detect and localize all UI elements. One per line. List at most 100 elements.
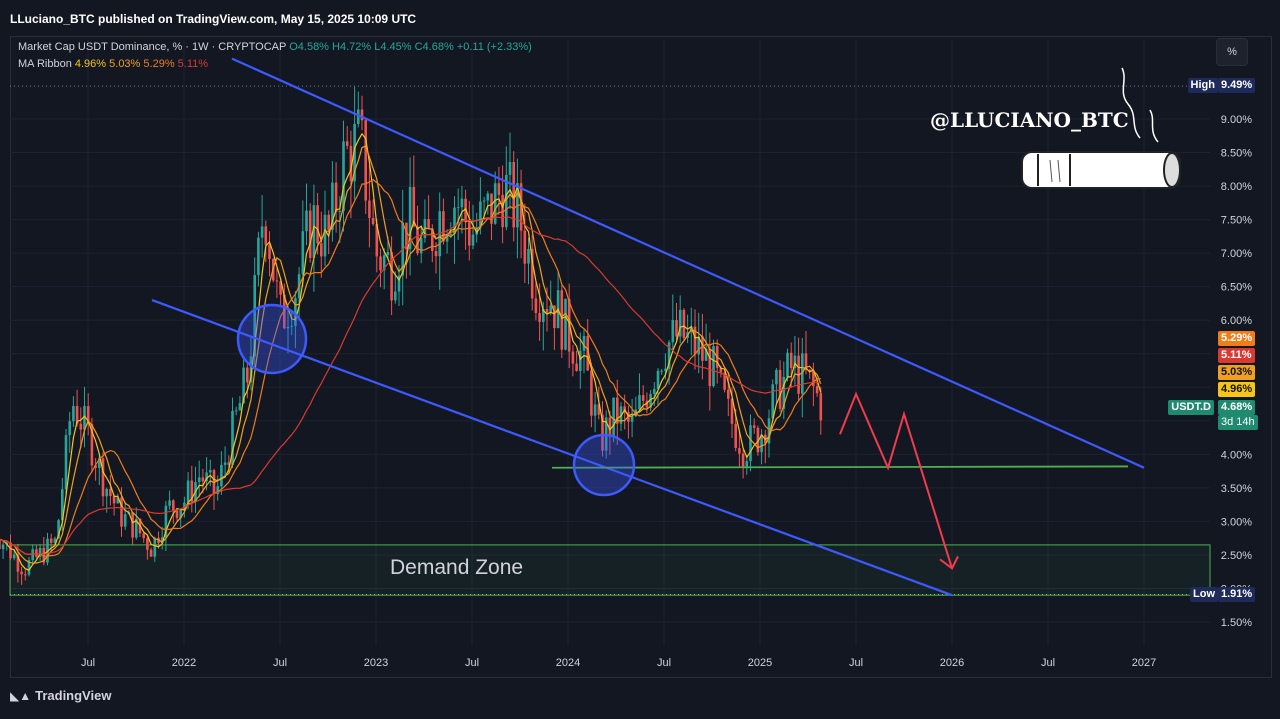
x-tick-label: Jul [465,657,479,669]
candle-body [734,423,737,448]
support-line [551,465,1129,469]
candle [46,532,49,566]
candle [571,344,575,377]
candle [682,308,686,342]
touch-circle-1 [236,303,308,375]
ma-ribbon-label: MA Ribbon [18,58,72,70]
low-tag-label: Low [1190,586,1218,602]
candle [460,185,464,234]
candle-body [745,461,749,467]
last-price-tag: 4.68% [1218,400,1256,415]
candle [257,231,260,287]
candle-body [482,200,486,202]
candle [523,203,527,283]
x-tick-label: Jul [657,657,671,669]
candle-body [260,226,264,238]
candle-body [220,464,223,487]
candle [0,540,1,550]
candle-body [590,370,593,416]
high-tag: 9.49% [1218,78,1256,94]
candle [68,411,71,453]
ma-ribbon-legend[interactable]: MA Ribbon 4.96% 5.03% 5.29% 5.11% [18,58,208,70]
ma4-value: 5.11% [177,58,209,70]
candle-body [394,291,397,301]
candle-body [419,237,423,254]
candle [427,195,430,229]
x-tick-label: 2024 [556,657,580,669]
candles [0,86,823,585]
candle [135,507,138,540]
candle [749,414,752,472]
candle-body [146,538,149,550]
candle [801,337,804,418]
candle-body [112,496,116,504]
candle [342,120,345,232]
candle-body [0,540,1,550]
candle [1,540,5,560]
candle [627,406,630,439]
ma1-tag: 4.96% [1218,382,1256,397]
last-price-tag-label: USDT.D [1168,400,1214,415]
candle [164,500,168,551]
candle-body [471,234,475,246]
candle [519,169,523,259]
ohlc-close: C4.68% [414,41,454,53]
candle [778,360,782,412]
candle [486,191,490,215]
candle-body [320,243,323,257]
low-tag: 1.91% [1218,586,1256,602]
y-tick-label: 1.50% [1221,617,1252,629]
symbol-label: Market Cap USDT Dominance, % · 1W · CRYP… [18,41,287,53]
candle-body [308,210,312,258]
y-tick-label: 8.50% [1221,148,1252,160]
candle-body [345,141,349,146]
candle-body [101,458,105,497]
author-handle: @LLUCIANO_BTC [930,108,1129,132]
x-tick-label: 2025 [748,657,772,669]
y-tick-label: 6.50% [1221,282,1252,294]
candle-body [316,205,319,244]
candle [305,183,308,246]
projection-arrow [839,391,953,569]
candle-body [468,222,471,246]
candle-body [72,405,75,422]
candle-body [246,367,249,383]
percent-scale-button[interactable]: % [1216,38,1248,66]
candle-body [201,477,205,482]
candle-body [186,480,190,503]
candle [782,361,786,420]
demand-zone [9,544,1211,596]
candle [109,474,112,506]
candle-body [234,410,238,412]
candle [556,271,560,329]
candle [678,295,682,344]
candle-body [68,421,71,436]
y-tick-label: 3.00% [1221,516,1252,528]
y-tick-label: 2.50% [1221,550,1252,562]
candle-body [701,336,704,361]
candle-body [508,162,512,175]
symbol-legend[interactable]: Market Cap USDT Dominance, % · 1W · CRYP… [18,41,532,53]
candle [175,509,179,521]
candle [190,465,194,513]
ohlc-open: O4.58% [289,41,329,53]
candle [819,386,823,435]
candle [168,490,171,510]
candle [123,501,127,530]
ma2-tag: 5.03% [1218,365,1256,380]
candle-body [564,298,567,350]
candle [142,532,145,543]
candle [197,460,201,498]
candle [260,194,264,258]
candle-body [305,210,308,232]
candle-body [209,470,212,473]
candle-body [727,389,730,399]
candle-body [238,403,242,411]
x-tick-label: Jul [1041,657,1055,669]
candle-body [527,248,530,264]
candle-body [1,544,5,550]
footer-brand[interactable]: ◣▲ TradingView [10,688,111,703]
x-tick-label: 2027 [1132,657,1156,669]
candle-body [660,370,663,372]
candle-body [641,395,645,401]
